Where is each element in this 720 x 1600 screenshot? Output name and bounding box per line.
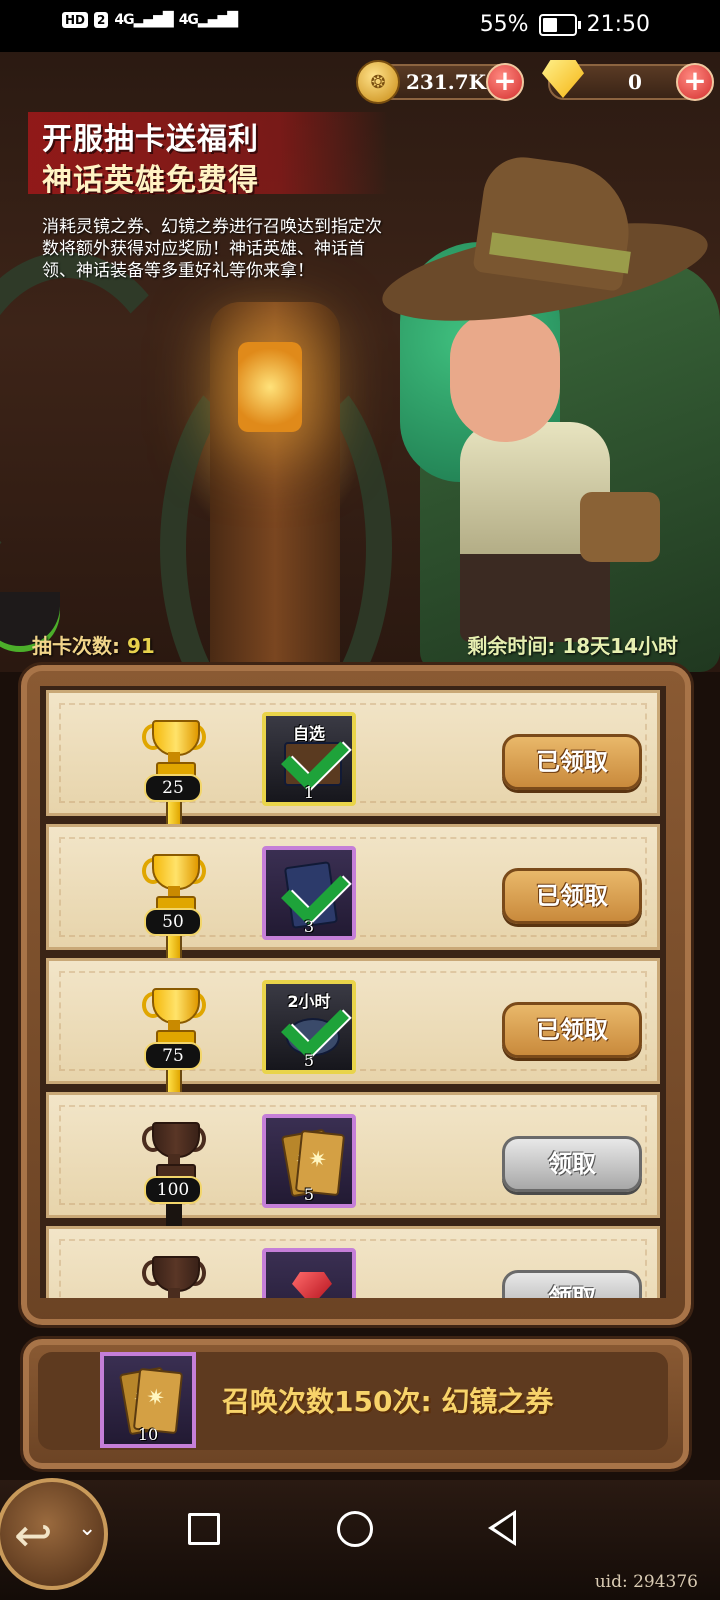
promo-description: 消耗灵镜之券、幻镜之券进行召唤达到指定次数将额外获得对应奖励！神话英雄、神话首领…: [42, 217, 382, 281]
milestone-count: 25: [144, 774, 202, 802]
trophy-icon: [142, 988, 206, 1046]
reward-item-qty: 3: [303, 917, 315, 936]
claim-button[interactable]: 领取: [502, 1270, 642, 1298]
trophy-icon: [142, 854, 206, 912]
claim-button[interactable]: 领取: [502, 1136, 642, 1192]
sim-indicator: 2: [94, 12, 109, 28]
reward-item-qty: 1: [303, 783, 315, 802]
reward-item[interactable]: 自选 1: [262, 712, 356, 806]
trophy-icon: [142, 1256, 206, 1298]
remaining-time-value: 18天14小时: [562, 634, 678, 658]
diamond-amount: 0: [628, 70, 642, 94]
back-arrow-icon: ↩: [14, 1508, 53, 1562]
reward-item[interactable]: 2小时 5: [262, 980, 356, 1074]
claimed-button[interactable]: 已领取: [502, 1002, 642, 1058]
reward-list[interactable]: 25自选1已领取503已领取752小时5已领取100✷✷5领取领取: [40, 686, 666, 1298]
milestone-count: 50: [144, 908, 202, 936]
remaining-time: 剩余时间: 18天14小时: [467, 630, 678, 659]
final-reward-qty: 10: [137, 1425, 159, 1444]
trophy-icon: [142, 720, 206, 778]
status-left: HD 2 4G▂▄▆█ 4G▂▄▆█: [62, 12, 238, 28]
coin-icon: ❂: [356, 60, 400, 104]
draw-count-value: 91: [126, 634, 155, 658]
user-id: uid: 294376: [594, 1572, 698, 1592]
trophy-icon: [142, 1122, 206, 1180]
battery-icon: [538, 13, 581, 36]
system-back-button[interactable]: [488, 1510, 516, 1546]
promo-title-line2: 神话英雄免费得: [42, 163, 259, 198]
hd-indicator: HD: [62, 12, 89, 28]
draw-count-label: 抽卡次数:: [32, 634, 120, 658]
signal-icon-2: 4G▂▄▆█: [178, 12, 238, 28]
diamond-balance: 0 +: [542, 60, 714, 101]
promo-title-line1: 开服抽卡送福利: [42, 122, 259, 157]
status-right: 55% 21:50: [480, 12, 650, 37]
final-reward-item[interactable]: ✷ ✷ 10: [100, 1352, 196, 1448]
reward-item[interactable]: ✷✷5: [262, 1114, 356, 1208]
remaining-time-label: 剩余时间:: [467, 634, 556, 658]
battery-level: [542, 17, 557, 32]
home-button[interactable]: [337, 1511, 373, 1547]
milestone-count: 75: [144, 1042, 202, 1070]
reward-item-qty: 5: [303, 1051, 315, 1070]
chevron-down-icon[interactable]: ⌄: [78, 1516, 96, 1541]
lantern-icon: [238, 342, 302, 432]
reward-item[interactable]: [262, 1248, 356, 1298]
reward-item[interactable]: 3: [262, 846, 356, 940]
ruby-icon: [292, 1272, 332, 1298]
hero-bag: [580, 492, 660, 562]
final-reward-label: 召唤次数150次: 幻镜之券: [222, 1385, 554, 1418]
milestone-count: 100: [144, 1176, 202, 1204]
claimed-button[interactable]: 已领取: [502, 734, 642, 790]
clock: 21:50: [586, 12, 650, 37]
signal-icon-1: 4G▂▄▆█: [114, 12, 173, 28]
recent-apps-button[interactable]: [188, 1513, 220, 1545]
hero-face: [450, 312, 560, 442]
gold-amount: 231.7K: [406, 70, 487, 94]
battery-percent: 55%: [479, 12, 529, 37]
gold-balance: ❂ 231.7K +: [356, 60, 524, 104]
draw-count: 抽卡次数: 91: [32, 630, 155, 659]
add-gold-button[interactable]: +: [486, 63, 524, 101]
claimed-button[interactable]: 已领取: [502, 868, 642, 924]
reward-item-qty: 5: [303, 1185, 315, 1204]
hero-character: [375, 152, 720, 672]
add-diamond-button[interactable]: +: [676, 63, 714, 101]
status-bar: HD 2 4G▂▄▆█ 4G▂▄▆█ 55% 21:50: [0, 0, 720, 52]
